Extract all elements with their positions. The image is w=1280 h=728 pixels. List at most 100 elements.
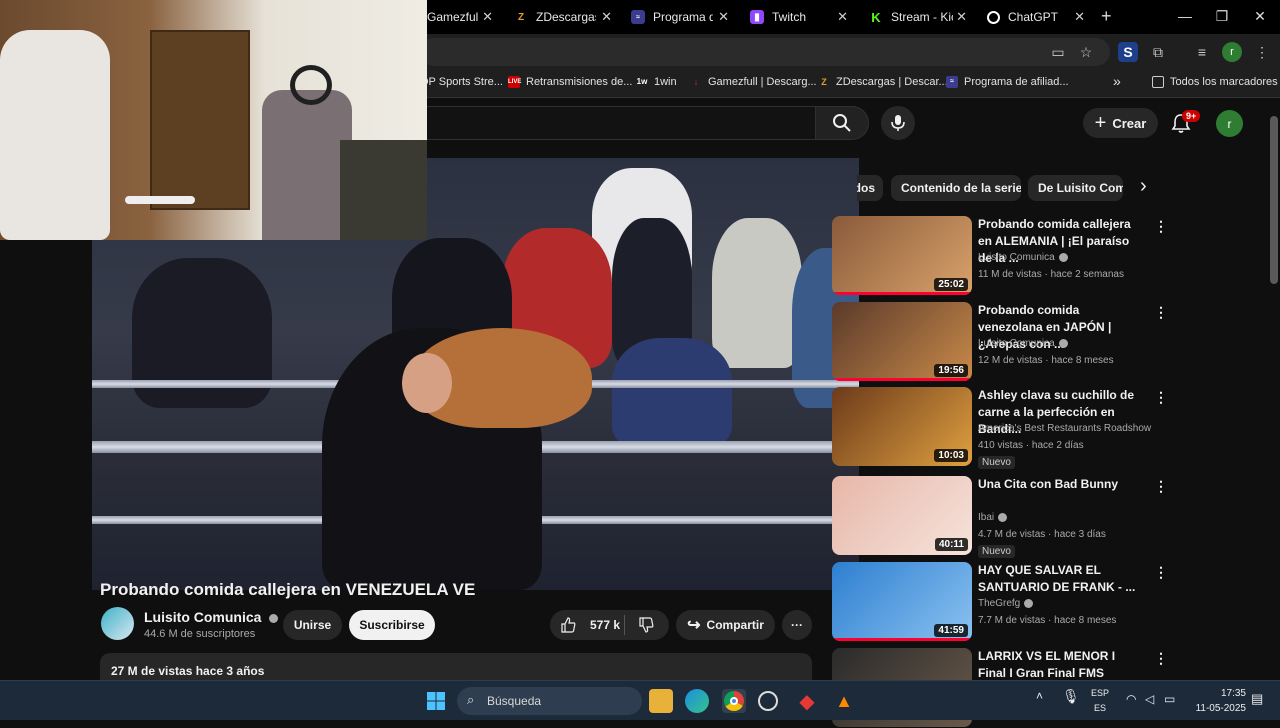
- voice-search-button[interactable]: [881, 106, 915, 140]
- show-hidden-icons-chevron-icon[interactable]: ˄: [1036, 689, 1043, 703]
- afiliados-icon: ≈: [631, 10, 645, 24]
- channel-name-text: America's Best Restaurants Roadshow: [978, 423, 1152, 434]
- video-menu-icon[interactable]: ⋮: [1154, 389, 1168, 406]
- chrome-menu-icon[interactable]: ⋮: [1252, 42, 1272, 62]
- recommended-video[interactable]: 40:11 Una Cita con Bad Bunny Ibai 4.7 M de …: [832, 476, 1168, 558]
- video-title[interactable]: HAY QUE SALVAR EL SANTUARIO DE FRANK - .…: [978, 562, 1146, 596]
- tab-programa-afiliados[interactable]: ≈ Programa de ✕: [631, 0, 739, 34]
- chrome-taskbar-button[interactable]: [722, 689, 746, 713]
- recommended-video[interactable]: 10:03 Ashley clava su cuchillo de carne a…: [832, 387, 1168, 469]
- tab-kick[interactable]: K Stream - Kick ✕: [869, 0, 977, 34]
- new-badge: Nuevo: [978, 545, 1015, 558]
- share-button[interactable]: ↪ Compartir: [676, 610, 775, 640]
- all-bookmarks-button[interactable]: Todos los marcadores: [1152, 76, 1278, 88]
- more-actions-button[interactable]: ···: [782, 610, 812, 640]
- close-icon[interactable]: ✕: [482, 9, 493, 25]
- tab-twitch[interactable]: ▮ Twitch ✕: [750, 0, 858, 34]
- tab-zdescargas[interactable]: Z ZDescargas | ✕: [514, 0, 622, 34]
- close-icon[interactable]: ✕: [718, 9, 729, 25]
- 1win-icon: 1w: [636, 77, 648, 86]
- chair-figure: [0, 30, 110, 240]
- video-menu-icon[interactable]: ⋮: [1154, 564, 1168, 581]
- channel-name[interactable]: Luisito Comunica: [144, 609, 279, 625]
- volume-icon[interactable]: ◁: [1145, 692, 1154, 706]
- address-bar[interactable]: [420, 38, 1110, 66]
- recommended-video[interactable]: 19:56 Probando comida venezolana en JAPÓN…: [832, 302, 1168, 382]
- chip-series-content[interactable]: Contenido de la serie: [891, 175, 1021, 201]
- verified-icon: [1058, 338, 1068, 348]
- search-input[interactable]: [420, 106, 815, 140]
- bookmark-1win[interactable]: 1w 1win: [636, 76, 677, 88]
- dislike-button[interactable]: [625, 617, 667, 633]
- clutter-figure: [340, 140, 427, 240]
- video-menu-icon[interactable]: ⋮: [1154, 304, 1168, 321]
- bookmark-star-icon[interactable]: ☆: [1076, 42, 1096, 62]
- vlc-icon[interactable]: ▲: [832, 689, 856, 713]
- channel-avatar[interactable]: [101, 607, 134, 640]
- video-menu-icon[interactable]: ⋮: [1154, 218, 1168, 235]
- video-title[interactable]: Una Cita con Bad Bunny: [978, 476, 1146, 493]
- twitch-icon: ▮: [750, 10, 764, 24]
- video-thumbnail[interactable]: 25:02: [832, 216, 972, 295]
- tab-gamezfull[interactable]: Gamezfull | D ✕: [427, 0, 503, 34]
- channel-name[interactable]: TheGrefg: [978, 598, 1034, 609]
- video-thumbnail[interactable]: 10:03: [832, 387, 972, 466]
- search-button[interactable]: [815, 106, 869, 140]
- subscribe-button[interactable]: Suscribirse: [349, 610, 435, 640]
- gamezfull-icon: ↓: [693, 77, 699, 87]
- bookmark-zdescargas[interactable]: Z ZDescargas | Descar...: [818, 76, 948, 88]
- close-icon[interactable]: ✕: [1074, 9, 1085, 25]
- bookmark-retransmisiones[interactable]: LIVE Retransmisiones de...: [508, 76, 632, 88]
- red-app-icon[interactable]: ◆: [795, 689, 819, 713]
- chip-all[interactable]: dos: [857, 175, 883, 201]
- video-menu-icon[interactable]: ⋮: [1154, 650, 1168, 667]
- window-close-icon[interactable]: ✕: [1250, 8, 1270, 25]
- video-menu-icon[interactable]: ⋮: [1154, 478, 1168, 495]
- cast-icon[interactable]: ▭: [1048, 42, 1068, 62]
- chips-next-button[interactable]: ›: [1140, 175, 1147, 198]
- video-thumbnail[interactable]: 19:56: [832, 302, 972, 381]
- chip-from-channel[interactable]: De Luisito Comu: [1028, 175, 1123, 201]
- channel-name[interactable]: America's Best Restaurants Roadshow: [978, 423, 1151, 434]
- recommended-video[interactable]: 41:59 HAY QUE SALVAR EL SANTUARIO DE FRAN…: [832, 562, 1168, 642]
- close-icon[interactable]: ✕: [956, 9, 967, 25]
- recommended-video[interactable]: 25:02 Probando comida callejera en ALEMAN…: [832, 216, 1168, 296]
- bookmark-programa-afiliados[interactable]: ≈ Programa de afiliad...: [946, 76, 1069, 88]
- wifi-icon[interactable]: ◠: [1126, 692, 1136, 706]
- edge-icon[interactable]: [685, 689, 709, 713]
- tab-chatgpt[interactable]: ChatGPT ✕: [987, 0, 1095, 34]
- close-icon[interactable]: ✕: [601, 9, 612, 25]
- bookmarks-overflow-button[interactable]: »: [1113, 73, 1121, 89]
- new-tab-button[interactable]: +: [1101, 6, 1112, 27]
- notification-center-icon[interactable]: ▤: [1251, 691, 1263, 707]
- taskbar-search[interactable]: ⌕ Búsqueda: [457, 687, 642, 715]
- media-controls-icon[interactable]: ≡: [1192, 42, 1212, 62]
- channel-name[interactable]: Ibai: [978, 512, 1008, 523]
- channel-name[interactable]: Luisito Comunica: [978, 252, 1068, 263]
- chatgpt-taskbar-icon[interactable]: [758, 691, 778, 711]
- minimize-icon[interactable]: —: [1175, 8, 1195, 24]
- video-thumbnail[interactable]: 40:11: [832, 476, 972, 555]
- extensions-puzzle-icon[interactable]: ⧉: [1148, 42, 1168, 62]
- file-explorer-icon[interactable]: [649, 689, 673, 713]
- battery-icon[interactable]: ▭: [1164, 692, 1175, 706]
- channel-name[interactable]: Luisito Comunica: [978, 338, 1068, 349]
- maximize-icon[interactable]: ❐: [1212, 8, 1232, 25]
- bookmark-op-sports[interactable]: OP Sports Stre...: [420, 76, 503, 88]
- input-language-indicator[interactable]: ESP ES: [1088, 686, 1112, 716]
- windows-start-icon[interactable]: [424, 689, 448, 713]
- like-button[interactable]: 577 k: [550, 615, 625, 635]
- video-thumbnail[interactable]: 41:59: [832, 562, 972, 641]
- scrollbar-thumb[interactable]: [1270, 116, 1278, 284]
- profile-avatar[interactable]: r: [1222, 42, 1242, 62]
- microphone-tray-icon[interactable]: 🎙: [1062, 688, 1080, 705]
- account-avatar[interactable]: r: [1216, 110, 1243, 137]
- join-button[interactable]: Unirse: [283, 610, 342, 640]
- close-icon[interactable]: ✕: [837, 9, 848, 25]
- extension-s-icon[interactable]: S: [1118, 42, 1138, 62]
- system-clock[interactable]: 17:35 11-05-2025: [1190, 686, 1246, 716]
- create-button[interactable]: + Crear: [1083, 108, 1158, 138]
- bookmark-gamezfull[interactable]: ↓ Gamezfull | Descarg...: [690, 76, 817, 88]
- bookmark-label: OP Sports Stre...: [420, 76, 503, 88]
- bookmark-label: ZDescargas | Descar...: [836, 76, 948, 88]
